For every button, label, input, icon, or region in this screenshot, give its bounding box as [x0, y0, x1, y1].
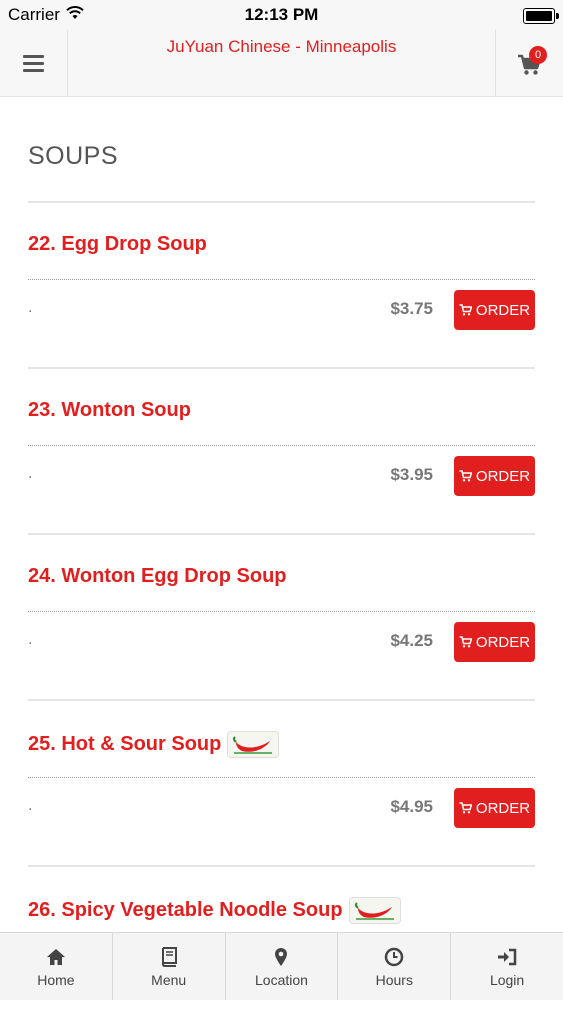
cart-icon — [459, 802, 472, 814]
order-button[interactable]: ORDER — [454, 290, 535, 330]
battery-icon — [523, 8, 559, 24]
item-price: $4.25 — [390, 631, 433, 650]
app-header: JuYuan Chinese - Minneapolis 0 — [0, 30, 563, 97]
home-icon — [46, 946, 66, 968]
tab-home[interactable]: Home — [0, 933, 113, 1000]
order-button[interactable]: ORDER — [454, 788, 535, 828]
book-icon — [160, 946, 178, 968]
item-name[interactable]: 25. Hot & Sour Soup — [28, 731, 280, 758]
dotted-divider — [28, 777, 535, 778]
order-button-label: ORDER — [475, 301, 531, 319]
order-button-label: ORDER — [475, 467, 531, 485]
tab-location[interactable]: Location — [226, 933, 339, 1000]
login-icon — [497, 946, 517, 968]
item-price: $3.95 — [390, 465, 433, 484]
dotted-divider — [28, 445, 535, 446]
menu-item: 24. Wonton Egg Drop Soup . $4.25 ORDER — [28, 535, 535, 701]
spicy-pepper-icon — [348, 897, 401, 924]
tab-hours[interactable]: Hours — [338, 933, 452, 1000]
map-pin-icon — [274, 946, 288, 968]
cart-icon — [459, 636, 472, 648]
tab-label: Login — [489, 971, 525, 988]
menu-item: 23. Wonton Soup . $3.95 ORDER — [28, 369, 535, 535]
item-name[interactable]: 24. Wonton Egg Drop Soup — [28, 565, 287, 588]
dotted-divider — [28, 279, 535, 280]
cart-count-badge: 0 — [529, 46, 547, 64]
clock-icon — [384, 946, 404, 968]
cart-icon — [459, 470, 472, 482]
item-name[interactable]: 26. Spicy Vegetable Noodle Soup — [28, 897, 401, 924]
item-description: . — [28, 797, 33, 814]
order-button-label: ORDER — [475, 633, 531, 651]
item-price: $3.75 — [390, 299, 433, 318]
restaurant-title: JuYuan Chinese - Minneapolis — [166, 37, 397, 56]
tab-label: Menu — [151, 971, 187, 988]
order-button[interactable]: ORDER — [454, 456, 535, 496]
tab-label: Location — [255, 971, 308, 988]
menu-item: 22. Egg Drop Soup . $3.75 ORDER — [28, 203, 535, 369]
hamburger-menu-button[interactable] — [0, 30, 68, 96]
hamburger-icon — [23, 55, 44, 72]
tab-menu[interactable]: Menu — [113, 933, 226, 1000]
tab-label: Hours — [375, 971, 413, 988]
dotted-divider — [28, 611, 535, 612]
menu-content: SOUPS 22. Egg Drop Soup . $3.75 ORDER 23… — [28, 97, 535, 1031]
tab-login[interactable]: Login — [451, 933, 563, 1000]
spicy-pepper-icon — [227, 731, 280, 758]
status-bar: Carrier 12:13 PM — [0, 0, 563, 30]
bottom-tab-bar: Home Menu Location Hours Login — [0, 932, 563, 1000]
menu-item: 25. Hot & Sour Soup . $4.95 ORDER — [28, 701, 535, 867]
tab-label: Home — [37, 971, 75, 988]
order-button-label: ORDER — [475, 799, 531, 817]
item-description: . — [28, 299, 33, 316]
item-price: $4.95 — [390, 797, 433, 816]
status-time: 12:13 PM — [244, 5, 319, 24]
item-description: . — [28, 465, 33, 482]
order-button[interactable]: ORDER — [454, 622, 535, 662]
section-title: SOUPS — [28, 142, 119, 170]
cart-button[interactable]: 0 — [495, 30, 563, 96]
item-description: . — [28, 631, 33, 648]
item-name[interactable]: 22. Egg Drop Soup — [28, 233, 207, 256]
cart-icon — [459, 304, 472, 316]
item-name[interactable]: 23. Wonton Soup — [28, 399, 191, 422]
